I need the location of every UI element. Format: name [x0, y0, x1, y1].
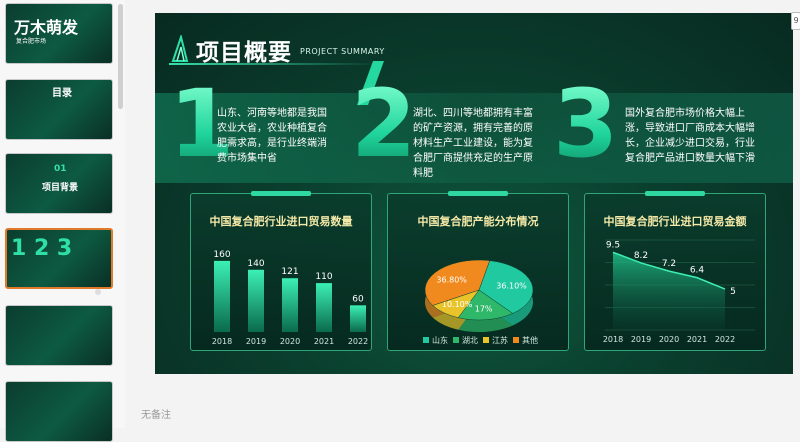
slide-title: 项目概要 — [196, 40, 292, 66]
slide-thumbnail-2[interactable]: 目录 — [5, 79, 113, 140]
title-underline — [169, 63, 379, 65]
tick-label: 2019 — [246, 337, 266, 346]
data-label: 160 — [213, 250, 230, 260]
point-number-3: 3 — [553, 70, 619, 179]
tick-label: 2020 — [280, 337, 300, 346]
slide-canvas: 项目概要 PROJECT SUMMARY 1 山东、河南等地都是我国农业大省，农… — [126, 0, 800, 428]
side-panel-toggle[interactable]: 9 — [791, 12, 800, 30]
legend-swatch — [483, 337, 489, 343]
tick-label: 2018 — [603, 335, 623, 344]
slice-label: 17% — [475, 304, 493, 313]
bar — [282, 278, 298, 332]
point-text-3: 国外复合肥市场价格大幅上涨，导致进口厂商成本大幅增长，企业减少进口交易，行业复合… — [625, 108, 755, 164]
chart-title: 中国复合肥产能分布情况 — [417, 215, 539, 228]
tick-label: 2018 — [212, 337, 232, 346]
chart-card-capacity-distribution: 中国复合肥产能分布情况 36.10% 17% 10.10% 36.80% 山东 湖北 江苏 其… — [387, 191, 569, 351]
slide-thumbnail-4[interactable]: 1 2 3 — [5, 228, 113, 289]
leaf-icon — [171, 35, 189, 62]
thumbnail-title: 目录 — [52, 88, 72, 99]
legend-label: 其他 — [522, 335, 538, 345]
thumbnail-title: 万木萌发 — [14, 18, 79, 37]
bar — [214, 260, 230, 332]
slide-subtitle: PROJECT SUMMARY — [300, 47, 385, 56]
bar — [350, 305, 366, 332]
tick-label: 2021 — [314, 337, 334, 346]
tick-label: 2019 — [631, 335, 651, 344]
slide-thumbnail-5[interactable] — [5, 305, 113, 366]
slide-thumbnail-1[interactable]: 万木萌发 复合肥市场 — [5, 3, 113, 64]
chart-title: 中国复合肥行业进口贸易数量 — [209, 215, 353, 228]
data-label: 60 — [352, 294, 364, 304]
bar-chart: 160 2018 140 2019 121 2020 110 2021 60 2022 — [212, 250, 368, 346]
data-label: 9.5 — [606, 240, 620, 250]
thumbnail-title: 项目背景 — [42, 183, 79, 193]
slice-label: 36.80% — [436, 275, 467, 284]
legend-swatch — [513, 337, 519, 343]
data-label: 6.4 — [690, 266, 705, 276]
chart-card-import-value: 中国复合肥行业进口贸易金额 9.5 2018 8.2 2019 7.2 2020 6.4 20… — [584, 191, 766, 351]
bar — [248, 269, 264, 332]
data-label: 110 — [315, 272, 332, 282]
data-label: 8.2 — [634, 251, 648, 261]
legend-swatch — [423, 337, 429, 343]
tick-label: 2022 — [715, 335, 735, 344]
thumbnail-number: 01 — [54, 164, 67, 174]
tick-label: 2022 — [348, 337, 368, 346]
chart-title: 中国复合肥行业进口贸易金额 — [603, 215, 747, 228]
area-chart: 9.5 2018 8.2 2019 7.2 2020 6.4 2021 5 2022 — [603, 239, 755, 344]
point-text-2: 湖北、四川等地都拥有丰富的矿产资源，拥有完善的原材料生产工业建设，能为复合肥厂商… — [413, 108, 533, 179]
slide-thumbnail-panel: 万木萌发 复合肥市场 目录 01 项目背景 1 2 3 — [0, 0, 125, 442]
legend-label: 湖北 — [462, 336, 478, 345]
slide-thumbnail-3[interactable]: 01 项目背景 — [5, 153, 113, 214]
slide-thumbnail-6[interactable] — [5, 381, 113, 442]
bar — [316, 283, 332, 332]
thumbnail-scroll-indicator — [95, 289, 101, 295]
pie-chart: 36.10% 17%10.10% 36.80% 山东 湖北 江苏 其他 — [423, 259, 538, 345]
data-label: 140 — [247, 259, 264, 269]
legend-swatch — [453, 337, 459, 343]
point-number-2: 2 — [351, 70, 417, 179]
data-label: 121 — [281, 267, 298, 277]
data-label: 5 — [730, 287, 736, 297]
tick-label: 2021 — [687, 335, 707, 344]
tick-label: 2020 — [659, 335, 679, 344]
slide[interactable]: 项目概要 PROJECT SUMMARY 1 山东、河南等地都是我国农业大省，农… — [155, 13, 793, 374]
legend-label: 山东 — [432, 335, 448, 345]
speaker-notes[interactable]: 无备注 — [141, 406, 171, 421]
slice-label: 36.10% — [496, 282, 527, 291]
thumbnail-scrollbar[interactable] — [118, 4, 123, 109]
slice-label: 10.10% — [442, 300, 473, 309]
chart-card-import-quantity: 中国复合肥行业进口贸易数量 160 2018 140 2019 121 2020 110 20… — [190, 191, 372, 351]
point-text-1: 山东、河南等地都是我国农业大省，农业种植复合肥需求高，是行业终端消费市场集中省 — [217, 108, 327, 164]
thumbnail-subtitle: 复合肥市场 — [16, 38, 47, 45]
legend-label: 江苏 — [492, 335, 508, 345]
thumbnail-digits: 1 2 3 — [11, 236, 73, 261]
data-label: 7.2 — [662, 259, 676, 269]
